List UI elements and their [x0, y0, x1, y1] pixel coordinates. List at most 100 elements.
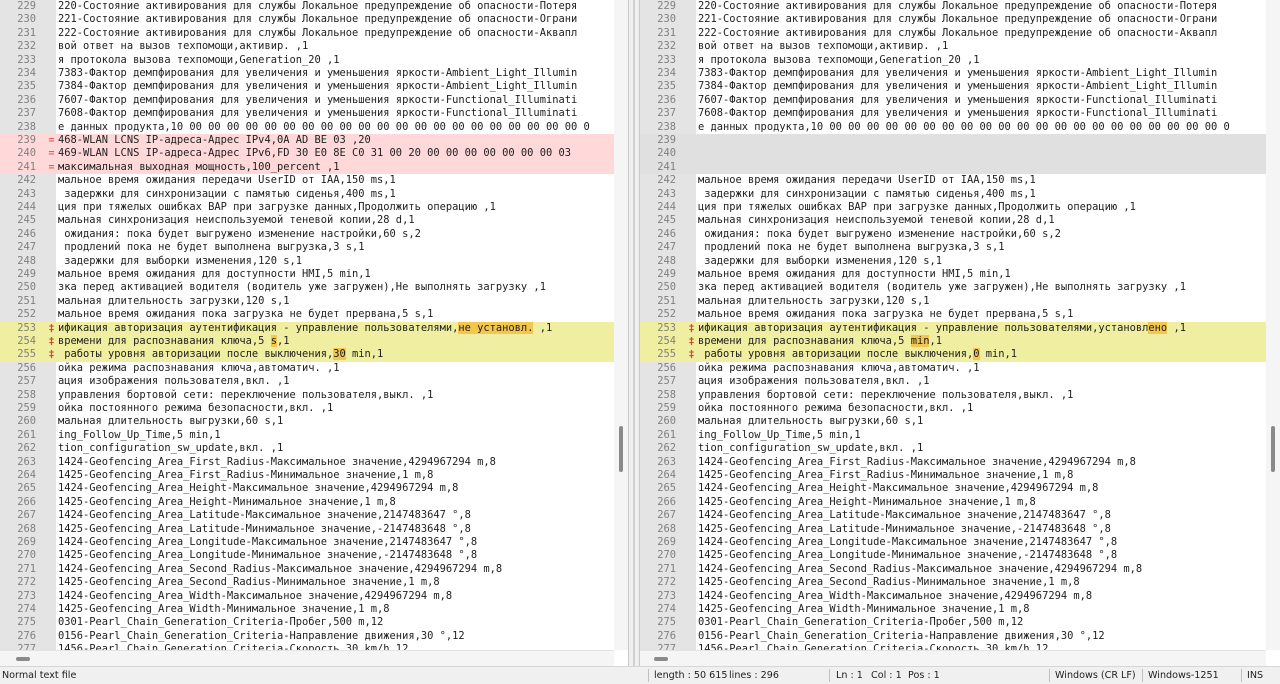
right-vertical-scroll-thumb[interactable] — [1271, 426, 1275, 472]
diff-line-normal[interactable]: 272 1425-Geofencing_Area_Second_Radius-Ми… — [640, 576, 1266, 589]
diff-line-normal[interactable]: 234 7383-Фактор демпфирования для увеличе… — [0, 67, 614, 80]
diff-line-normal[interactable]: 248 задержки для выборки изменения,120 s… — [640, 255, 1266, 268]
diff-line-normal[interactable]: 271 1424-Geofencing_Area_Second_Radius-Ма… — [0, 563, 614, 576]
diff-line-normal[interactable]: 250 зка перед активацией водителя (водите… — [640, 281, 1266, 294]
diff-line-normal[interactable]: 250 зка перед активацией водителя (водите… — [0, 281, 614, 294]
diff-line-normal[interactable]: 275 0301-Pearl_Chain_Generation_Criteria-… — [640, 616, 1266, 629]
diff-line-normal[interactable]: 262 tion_configuration_sw_update,вкл. ,1 — [640, 442, 1266, 455]
diff-line-normal[interactable]: 235 7384-Фактор демпфирования для увеличе… — [0, 80, 614, 93]
diff-line-normal[interactable]: 232 вой ответ на вызов техпомощи,активир.… — [640, 40, 1266, 53]
diff-line-changed[interactable]: 253 ‡ ификация авторизация аутентификация … — [0, 321, 614, 335]
diff-line-normal[interactable]: 270 1425-Geofencing_Area_Longitude-Минима… — [0, 549, 614, 562]
diff-line-normal[interactable]: 256 ойка режима распознавания ключа,автом… — [640, 362, 1266, 375]
diff-line-normal[interactable]: 260 мальная длительность выгрузки,60 s,1 — [0, 415, 614, 428]
diff-line-normal[interactable]: 238 е данных продукта,10 00 00 00 00 00 0… — [640, 121, 1266, 134]
diff-line-normal[interactable]: 237 7608-Фактор демпфирования для увеличе… — [640, 107, 1266, 120]
diff-line-changed[interactable]: 255 ‡ работы уровня авторизации после вык… — [0, 348, 614, 362]
diff-line-normal[interactable]: 236 7607-Фактор демпфирования для увеличе… — [640, 94, 1266, 107]
left-vertical-scroll-thumb[interactable] — [619, 426, 623, 472]
diff-line-normal[interactable]: 261 ing_Follow_Up_Time,5 min,1 — [640, 429, 1266, 442]
splitter-grip[interactable] — [633, 0, 635, 666]
diff-line-normal[interactable]: 261 ing_Follow_Up_Time,5 min,1 — [0, 429, 614, 442]
diff-line-normal[interactable]: 233 я протокола вызова техпомощи,Generati… — [0, 54, 614, 67]
diff-line-normal[interactable]: 229 220-Состояние активирования для служб… — [640, 0, 1266, 13]
diff-line-normal[interactable]: 249 мальное время ожидания для доступност… — [640, 268, 1266, 281]
diff-line-normal[interactable]: 233 я протокола вызова техпомощи,Generati… — [640, 54, 1266, 67]
diff-line-normal[interactable]: 257 ация изображения пользователя,вкл. ,1 — [640, 375, 1266, 388]
left-horizontal-scrollbar[interactable] — [0, 650, 614, 666]
diff-line-normal[interactable]: 263 1424-Geofencing_Area_First_Radius-Мак… — [640, 456, 1266, 469]
diff-line-blank[interactable]: 241 — [640, 160, 1266, 175]
right-text-area[interactable]: 229 220-Состояние активирования для служб… — [640, 0, 1266, 655]
pane-splitter[interactable] — [629, 0, 639, 666]
diff-line-blank[interactable]: 239 — [640, 134, 1266, 148]
diff-line-normal[interactable]: 260 мальная длительность выгрузки,60 s,1 — [640, 415, 1266, 428]
diff-line-normal[interactable]: 268 1425-Geofencing_Area_Latitude-Минимал… — [640, 523, 1266, 536]
diff-line-normal[interactable]: 246 ожидания: пока будет выгружено измен… — [0, 228, 614, 241]
diff-line-changed[interactable]: 255 ‡ работы уровня авторизации после вык… — [640, 348, 1266, 362]
diff-line-removed[interactable]: 239 = 468-WLAN LCNS IP-адреса-Адрес IPv4,0… — [0, 134, 614, 148]
diff-line-normal[interactable]: 270 1425-Geofencing_Area_Longitude-Минима… — [640, 549, 1266, 562]
diff-line-normal[interactable]: 275 0301-Pearl_Chain_Generation_Criteria-… — [0, 616, 614, 629]
diff-line-normal[interactable]: 231 222-Состояние активирования для служб… — [0, 27, 614, 40]
left-editor-pane[interactable]: 229 220-Состояние активирования для служб… — [0, 0, 629, 666]
right-vertical-scrollbar[interactable] — [1266, 0, 1280, 650]
left-text-area[interactable]: 229 220-Состояние активирования для служб… — [0, 0, 614, 655]
diff-line-normal[interactable]: 237 7608-Фактор демпфирования для увеличе… — [0, 107, 614, 120]
diff-line-normal[interactable]: 236 7607-Фактор демпфирования для увеличе… — [0, 94, 614, 107]
diff-line-normal[interactable]: 259 ойка постоянного режима безопасности,… — [0, 402, 614, 415]
diff-line-blank[interactable]: 240 — [640, 147, 1266, 161]
diff-line-normal[interactable]: 245 мальная синхронизация неиспользуемой … — [640, 214, 1266, 227]
diff-line-normal[interactable]: 232 вой ответ на вызов техпомощи,активир.… — [0, 40, 614, 53]
diff-line-normal[interactable]: 267 1424-Geofencing_Area_Latitude-Максима… — [0, 509, 614, 522]
diff-line-removed[interactable]: 240 = 469-WLAN LCNS IP-адреса-Адрес IPv6,F… — [0, 147, 614, 161]
diff-line-normal[interactable]: 269 1424-Geofencing_Area_Longitude-Максим… — [0, 536, 614, 549]
diff-line-normal[interactable]: 242 мальное время ожидания передачи UserI… — [0, 174, 614, 187]
diff-line-normal[interactable]: 267 1424-Geofencing_Area_Latitude-Максима… — [640, 509, 1266, 522]
diff-line-normal[interactable]: 265 1424-Geofencing_Area_Height-Максималь… — [640, 482, 1266, 495]
left-horizontal-scroll-thumb[interactable] — [16, 657, 30, 661]
diff-line-normal[interactable]: 264 1425-Geofencing_Area_First_Radius-Мин… — [0, 469, 614, 482]
diff-line-normal[interactable]: 276 0156-Pearl_Chain_Generation_Criteria-… — [0, 630, 614, 643]
diff-line-normal[interactable]: 259 ойка постоянного режима безопасности,… — [640, 402, 1266, 415]
diff-line-normal[interactable]: 252 мальное время ожидания пока загрузка … — [640, 308, 1266, 321]
diff-line-normal[interactable]: 230 221-Состояние активирования для служб… — [640, 13, 1266, 26]
diff-line-normal[interactable]: 276 0156-Pearl_Chain_Generation_Criteria-… — [640, 630, 1266, 643]
diff-line-normal[interactable]: 244 ция при тяжелых ошибках BAP при загру… — [0, 201, 614, 214]
diff-line-changed[interactable]: 254 ‡ времени для распознавания ключа,5 s,… — [0, 335, 614, 349]
diff-line-normal[interactable]: 229 220-Состояние активирования для служб… — [0, 0, 614, 13]
diff-line-normal[interactable]: 246 ожидания: пока будет выгружено измен… — [640, 228, 1266, 241]
diff-line-normal[interactable]: 249 мальное время ожидания для доступност… — [0, 268, 614, 281]
diff-line-normal[interactable]: 268 1425-Geofencing_Area_Latitude-Минимал… — [0, 523, 614, 536]
diff-line-normal[interactable]: 231 222-Состояние активирования для служб… — [640, 27, 1266, 40]
diff-line-normal[interactable]: 262 tion_configuration_sw_update,вкл. ,1 — [0, 442, 614, 455]
diff-line-normal[interactable]: 244 ция при тяжелых ошибках BAP при загру… — [640, 201, 1266, 214]
diff-line-normal[interactable]: 258 управления бортовой сети: переключени… — [640, 389, 1266, 402]
diff-line-normal[interactable]: 235 7384-Фактор демпфирования для увеличе… — [640, 80, 1266, 93]
diff-line-normal[interactable]: 274 1425-Geofencing_Area_Width-Минимально… — [0, 603, 614, 616]
diff-line-normal[interactable]: 245 мальная синхронизация неиспользуемой … — [0, 214, 614, 227]
diff-line-normal[interactable]: 258 управления бортовой сети: переключени… — [0, 389, 614, 402]
left-vertical-scrollbar[interactable] — [614, 0, 628, 650]
diff-line-normal[interactable]: 273 1424-Geofencing_Area_Width-Максимальн… — [640, 590, 1266, 603]
diff-line-normal[interactable]: 238 е данных продукта,10 00 00 00 00 00 0… — [0, 121, 614, 134]
right-horizontal-scrollbar[interactable] — [640, 650, 1266, 666]
diff-line-normal[interactable]: 243 задержки для синхронизации с памятью… — [0, 188, 614, 201]
diff-line-normal[interactable]: 243 задержки для синхронизации с памятью… — [640, 188, 1266, 201]
diff-line-changed[interactable]: 254 ‡ времени для распознавания ключа,5 mi… — [640, 335, 1266, 349]
diff-line-normal[interactable]: 264 1425-Geofencing_Area_First_Radius-Мин… — [640, 469, 1266, 482]
diff-line-normal[interactable]: 266 1425-Geofencing_Area_Height-Минимальн… — [640, 496, 1266, 509]
diff-line-normal[interactable]: 263 1424-Geofencing_Area_First_Radius-Мак… — [0, 456, 614, 469]
diff-line-normal[interactable]: 272 1425-Geofencing_Area_Second_Radius-Ми… — [0, 576, 614, 589]
diff-line-normal[interactable]: 269 1424-Geofencing_Area_Longitude-Максим… — [640, 536, 1266, 549]
diff-line-normal[interactable]: 251 мальная длительность загрузки,120 s,1 — [640, 295, 1266, 308]
diff-line-removed[interactable]: 241 = максимальная выходная мощность,100_p… — [0, 160, 614, 175]
diff-line-normal[interactable]: 242 мальное время ожидания передачи UserI… — [640, 174, 1266, 187]
diff-line-normal[interactable]: 247 продлений пока не будет выполнена вы… — [640, 241, 1266, 254]
diff-line-normal[interactable]: 234 7383-Фактор демпфирования для увеличе… — [640, 67, 1266, 80]
diff-line-normal[interactable]: 248 задержки для выборки изменения,120 s… — [0, 255, 614, 268]
diff-line-normal[interactable]: 252 мальное время ожидания пока загрузка … — [0, 308, 614, 321]
diff-line-normal[interactable]: 247 продлений пока не будет выполнена вы… — [0, 241, 614, 254]
diff-line-normal[interactable]: 271 1424-Geofencing_Area_Second_Radius-Ма… — [640, 563, 1266, 576]
right-editor-pane[interactable]: 229 220-Состояние активирования для служб… — [639, 0, 1280, 666]
